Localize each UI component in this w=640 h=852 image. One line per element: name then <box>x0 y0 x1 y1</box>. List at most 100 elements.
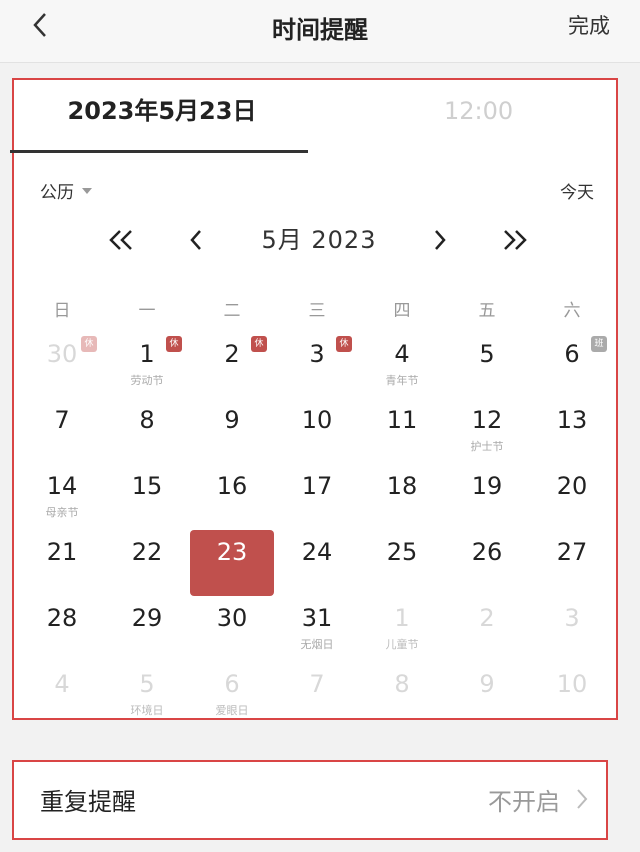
next-month-button[interactable] <box>428 224 452 256</box>
calendar-day[interactable]: 14 母亲节 <box>20 464 104 528</box>
weekday-label: 三 <box>308 301 326 321</box>
calendar-day[interactable]: 10 <box>275 398 359 462</box>
day-number: 16 <box>216 472 248 500</box>
calendar-day[interactable]: 19 <box>445 464 529 528</box>
repeat-reminder-row[interactable]: 重复提醒 不开启 <box>12 760 608 840</box>
day-number: 15 <box>131 472 163 500</box>
calendar-day-selected[interactable]: 23 <box>190 530 274 596</box>
day-number: 27 <box>556 538 588 566</box>
caret-down-icon <box>82 187 92 194</box>
calendar-day[interactable]: 1 儿童节 <box>360 596 444 660</box>
calendar-type-dropdown[interactable]: 公历 <box>40 178 92 203</box>
done-button[interactable]: 完成 <box>568 10 610 40</box>
day-number: 31 <box>301 604 333 632</box>
calendar-day[interactable]: 30 休 <box>20 332 104 396</box>
calendar-day[interactable]: 12 护士节 <box>445 398 529 462</box>
double-chevron-left-icon <box>109 230 132 250</box>
calendar-day[interactable]: 5 <box>445 332 529 396</box>
current-month-label: 5月 2023 <box>261 226 377 254</box>
calendar-day[interactable]: 11 <box>360 398 444 462</box>
calendar-day[interactable]: 4 <box>20 662 104 726</box>
day-number: 24 <box>301 538 333 566</box>
tab-date[interactable]: 2023年5月23日 <box>10 80 310 154</box>
tab-time[interactable]: 12:00 <box>444 80 513 142</box>
calendar-day[interactable]: 6 爱眼日 <box>190 662 274 726</box>
tab-active-indicator <box>10 150 308 153</box>
calendar-day[interactable]: 9 <box>190 398 274 462</box>
calendar-day[interactable]: 18 <box>360 464 444 528</box>
day-number: 10 <box>301 406 333 434</box>
day-number: 29 <box>131 604 163 632</box>
calendar-day[interactable]: 24 <box>275 530 359 594</box>
day-number: 9 <box>224 406 240 434</box>
calendar-day[interactable]: 16 <box>190 464 274 528</box>
calendar-day[interactable]: 17 <box>275 464 359 528</box>
weekday-label: 二 <box>223 301 241 321</box>
calendar-day[interactable]: 21 <box>20 530 104 594</box>
weekday-label: 日 <box>53 301 71 321</box>
day-status-badge: 班 <box>591 336 607 352</box>
page-title: 时间提醒 <box>272 16 368 44</box>
prev-month-button[interactable] <box>184 224 208 256</box>
day-holiday-label: 母亲节 <box>45 506 79 519</box>
calendar-day[interactable]: 7 <box>275 662 359 726</box>
chevron-right-icon <box>577 789 588 809</box>
weekday-label: 一 <box>138 301 156 321</box>
calendar-day[interactable]: 9 <box>445 662 529 726</box>
day-number: 9 <box>479 670 495 698</box>
calendar-day[interactable]: 1 劳动节休 <box>105 332 189 396</box>
weekday-label: 五 <box>478 301 496 321</box>
calendar-day[interactable]: 7 <box>20 398 104 462</box>
day-number: 8 <box>139 406 155 434</box>
calendar-day[interactable]: 10 <box>530 662 614 726</box>
day-status-badge: 休 <box>336 336 352 352</box>
day-number: 10 <box>556 670 588 698</box>
day-holiday-label: 爱眼日 <box>215 704 249 717</box>
tab-date-label: 2023年5月23日 <box>67 97 257 125</box>
day-number: 19 <box>471 472 503 500</box>
calendar-day[interactable]: 8 <box>360 662 444 726</box>
day-number: 28 <box>46 604 78 632</box>
calendar-day[interactable]: 8 <box>105 398 189 462</box>
calendar-day[interactable]: 28 <box>20 596 104 660</box>
day-holiday-label: 儿童节 <box>385 638 419 651</box>
day-number: 8 <box>394 670 410 698</box>
day-number: 26 <box>471 538 503 566</box>
calendar-day[interactable]: 6班 <box>530 332 614 396</box>
calendar-day[interactable]: 13 <box>530 398 614 462</box>
calendar-day[interactable]: 30 <box>190 596 274 660</box>
calendar-day[interactable]: 3 <box>530 596 614 660</box>
calendar-day[interactable]: 15 <box>105 464 189 528</box>
date-picker-card: 2023年5月23日 12:00 公历 今天 5月 2023 日 一 二 三 四… <box>10 78 618 720</box>
day-number: 4 <box>54 670 70 698</box>
calendar-day[interactable]: 2休 <box>190 332 274 396</box>
month-navigation: 5月 2023 <box>14 220 616 260</box>
calendar-day[interactable]: 26 <box>445 530 529 594</box>
day-number: 13 <box>556 406 588 434</box>
calendar-day[interactable]: 29 <box>105 596 189 660</box>
calendar-day[interactable]: 3休 <box>275 332 359 396</box>
day-number: 18 <box>386 472 418 500</box>
weekday-header: 日 一 二 三 四 五 六 <box>20 296 616 321</box>
calendar-day[interactable]: 4 青年节 <box>360 332 444 396</box>
prev-year-button[interactable] <box>106 224 136 256</box>
calendar-day[interactable]: 2 <box>445 596 529 660</box>
calendar-day[interactable]: 27 <box>530 530 614 594</box>
calendar-day[interactable]: 31 无烟日 <box>275 596 359 660</box>
repeat-reminder-value: 不开启 <box>488 788 560 816</box>
day-number: 17 <box>301 472 333 500</box>
calendar-day[interactable]: 22 <box>105 530 189 594</box>
day-number: 12 <box>471 406 503 434</box>
calendar-day[interactable]: 20 <box>530 464 614 528</box>
day-number: 14 <box>46 472 78 500</box>
day-status-badge: 休 <box>166 336 182 352</box>
day-holiday-label: 劳动节 <box>130 374 164 387</box>
chevron-right-icon <box>435 230 446 250</box>
calendar-day[interactable]: 25 <box>360 530 444 594</box>
next-year-button[interactable] <box>500 224 530 256</box>
calendar-type-label: 公历 <box>40 183 74 203</box>
calendar-day[interactable]: 5 环境日 <box>105 662 189 726</box>
weekday-label: 四 <box>393 301 411 321</box>
day-number: 30 <box>216 604 248 632</box>
today-button[interactable]: 今天 <box>560 178 594 203</box>
